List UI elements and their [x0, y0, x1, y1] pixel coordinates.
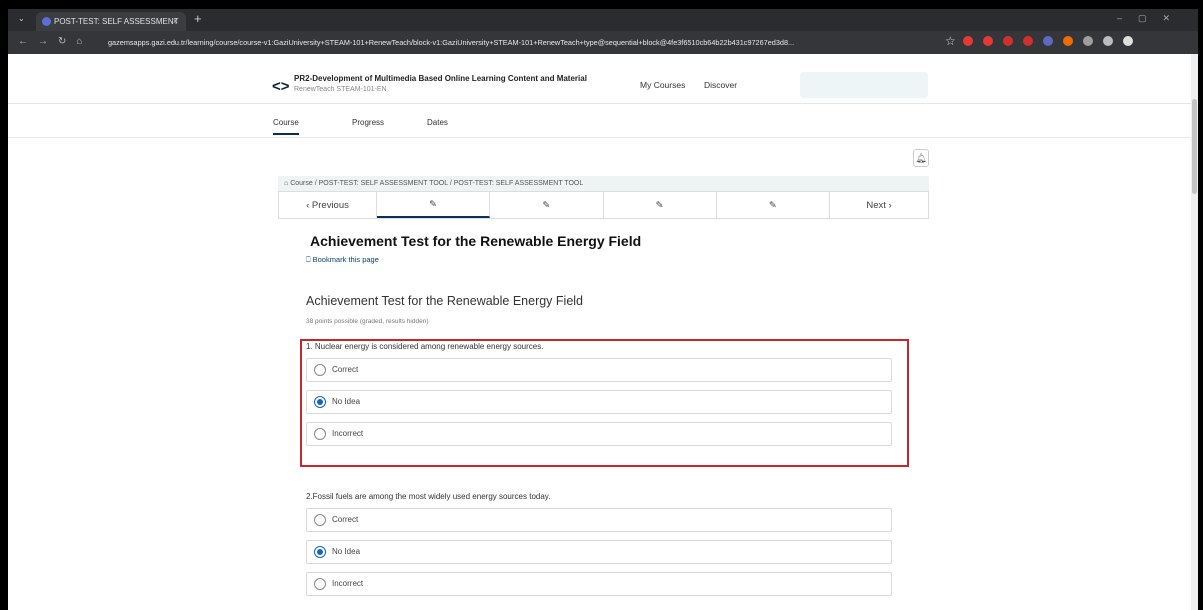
extension-icon[interactable] [1043, 36, 1053, 46]
nav-buttons[interactable]: ←→↻⌂ [18, 36, 92, 47]
tab-divider [8, 137, 1191, 138]
radio-button[interactable] [314, 514, 326, 526]
previous-button[interactable]: ‹ Previous [279, 192, 377, 218]
sequence-navigation: ‹ Previous ✎ ✎ ✎ ✎ Next › [278, 191, 929, 219]
bookmark-label: Bookmark this page [312, 255, 379, 264]
breadcrumb: ⌂ Course / POST-TEST: SELF ASSESSMENT TO… [278, 176, 929, 191]
new-tab-button[interactable]: + [194, 11, 202, 26]
bookmark-link[interactable]: ⎕ Bookmark this page [306, 255, 379, 265]
problem-title: Achievement Test for the Renewable Energ… [306, 294, 584, 308]
profile-avatar[interactable] [1123, 36, 1133, 46]
tab-dates[interactable]: Dates [427, 118, 448, 127]
unit-title: Achievement Test for the Renewable Energ… [310, 233, 642, 249]
points-info: 38 points possible (graded, results hidd… [306, 318, 429, 325]
bookmark-star-icon[interactable]: ☆ [945, 34, 956, 48]
tab-search-icon[interactable]: ⌄ [18, 14, 25, 23]
next-button[interactable]: Next › [830, 192, 928, 218]
radio-button[interactable] [314, 578, 326, 590]
notification-bell-icon[interactable]: 🔔︎ [913, 149, 929, 167]
question-2: 2.Fossil fuels are among the most widely… [306, 492, 896, 604]
highlight-box [300, 339, 909, 467]
radio-button-selected[interactable] [314, 546, 326, 558]
tab-close-icon[interactable]: × [173, 12, 178, 31]
extension-icon[interactable] [983, 36, 993, 46]
course-title: PR2-Development of Multimedia Based Onli… [294, 74, 587, 83]
choice-label: No Idea [332, 547, 361, 556]
extension-icon[interactable] [1063, 36, 1073, 46]
question-text: 2.Fossil fuels are among the most widely… [306, 492, 551, 501]
browser-tab[interactable]: POST-TEST: SELF ASSESSMENT × [36, 12, 186, 31]
breadcrumb-text[interactable]: Course / POST-TEST: SELF ASSESSMENT TOOL… [290, 180, 583, 187]
choice-incorrect[interactable]: Incorrect [306, 572, 892, 596]
tab-favicon-icon [42, 17, 51, 26]
window-controls[interactable]: –▢✕ [1117, 13, 1186, 24]
site-header: <> PR2-Development of Multimedia Based O… [8, 54, 1191, 104]
address-bar: ←→↻⌂ gazemsapps.gazi.edu.tr/learning/cou… [8, 31, 1198, 54]
logo[interactable]: <> [272, 78, 290, 95]
edit-icon: ✎ [542, 199, 551, 211]
bookmark-icon: ⎕ [306, 255, 313, 264]
browser-tab-strip: ⌄ POST-TEST: SELF ASSESSMENT × + –▢✕ [8, 9, 1198, 31]
tab-course[interactable]: Course [273, 118, 299, 135]
url-field[interactable]: gazemsapps.gazi.edu.tr/learning/course/c… [108, 36, 948, 50]
extension-icon[interactable] [1003, 36, 1013, 46]
extension-icon[interactable] [963, 36, 973, 46]
tab-progress[interactable]: Progress [352, 118, 384, 127]
unit-tab-3[interactable]: ✎ [604, 192, 717, 218]
choice-no-idea[interactable]: No Idea [306, 540, 892, 564]
page-content: <> PR2-Development of Multimedia Based O… [8, 54, 1191, 610]
choice-label: Incorrect [332, 579, 364, 588]
unit-tab-1[interactable]: ✎ [377, 192, 491, 218]
unit-tab-2[interactable]: ✎ [490, 192, 604, 218]
extensions-bar [963, 36, 1133, 46]
edit-icon: ✎ [429, 198, 438, 210]
user-menu[interactable] [800, 72, 928, 98]
edit-icon: ✎ [655, 199, 664, 211]
nav-my-courses[interactable]: My Courses [640, 80, 685, 90]
course-subtitle: RenewTeach STEAM-101-EN [294, 86, 387, 93]
unit-tab-4[interactable]: ✎ [717, 192, 830, 218]
page-scrollbar[interactable] [1191, 54, 1198, 610]
sidepanel-icon[interactable] [1103, 36, 1113, 46]
tab-title: POST-TEST: SELF ASSESSMENT [54, 17, 179, 26]
scrollbar-thumb[interactable] [1192, 99, 1197, 194]
edit-icon: ✎ [768, 199, 777, 211]
choice-correct[interactable]: Correct [306, 508, 892, 532]
choice-label: Correct [332, 515, 359, 524]
extension-icon[interactable] [1023, 36, 1033, 46]
puzzle-icon[interactable] [1083, 36, 1093, 46]
nav-discover[interactable]: Discover [704, 80, 737, 90]
